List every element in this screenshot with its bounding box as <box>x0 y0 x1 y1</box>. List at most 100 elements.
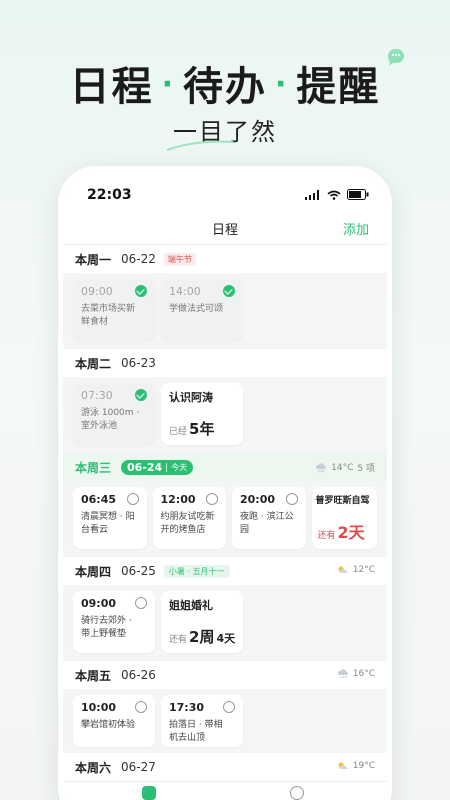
hero-dot: · <box>161 67 175 102</box>
hero-word-schedule: 日程 <box>69 64 154 110</box>
phone-frame: 22:03 日程 添加 本周一 06-22 端午节 09:00 去菜市场买新 鲜食… <box>58 166 392 800</box>
hero-title: 日程 · 待办 · 提醒 <box>0 54 450 112</box>
anniversary-title: 认识阿涛 <box>169 391 213 404</box>
rain-cloud-icon <box>337 669 348 679</box>
task-text: 室外泳池 <box>81 421 118 431</box>
weather-info: 12°C <box>337 565 375 575</box>
partly-cloudy-icon <box>338 762 348 769</box>
count-value: 5年 <box>189 420 215 438</box>
day-label: 本周四 <box>75 564 112 579</box>
tab-bar: 日程 我 <box>63 781 387 800</box>
tab-schedule[interactable]: 日程 <box>129 786 169 800</box>
day-date: 06-22 <box>121 252 156 266</box>
rain-cloud-icon <box>316 462 327 472</box>
day-header-fri[interactable]: 本周五 06-26 16°C <box>63 661 387 689</box>
today-label: 今天 <box>171 462 188 472</box>
anniversary-card[interactable]: 认识阿涛 已经 5年 <box>161 383 243 445</box>
day-label: 本周二 <box>75 356 112 371</box>
task-text: 机去山顶 <box>169 733 206 743</box>
day-header-thu[interactable]: 本周四 06-25 小暑 · 五月十一 12°C <box>63 557 387 585</box>
weather-temp: 19°C <box>352 761 375 771</box>
weather-temp: 12°C <box>352 565 375 575</box>
task-text: 学做法式可颂 <box>169 304 224 314</box>
signal-icon <box>305 189 319 200</box>
card-row: 10:00 攀岩馆初体验 17:30 拍落日 · 带相 机去山顶 <box>63 689 387 753</box>
task-text: 台看云 <box>81 525 109 535</box>
day-label: 本周一 <box>75 252 112 267</box>
task-card[interactable]: 20:00 夜跑 · 滨江公园 <box>232 487 306 549</box>
weather-info: 14°C 5 项 <box>315 461 375 474</box>
checked-icon[interactable] <box>223 285 235 297</box>
countdown-card[interactable]: 普罗旺斯自驾 还有 2天 <box>311 487 377 549</box>
task-text: 约朋友试吃新 <box>160 512 215 522</box>
task-card[interactable]: 14:00 学做法式可颂 <box>161 279 243 341</box>
task-text: 清晨冥想 · 阳 <box>81 512 135 522</box>
unchecked-circle-icon[interactable] <box>126 493 139 505</box>
day-header-mon[interactable]: 本周一 06-22 端午节 <box>63 245 387 273</box>
card-row: 06:45 清晨冥想 · 阳台看云 12:00 约朋友试吃新 开的烤鱼店 20:0… <box>63 481 387 557</box>
day-date: 06-27 <box>121 760 156 774</box>
holiday-badge: 端午节 <box>163 252 196 266</box>
today-badge: 06-24 今天 <box>121 459 194 475</box>
weather-temp: 16°C <box>352 669 375 679</box>
unchecked-circle-icon[interactable] <box>135 597 147 609</box>
weather-info: 16°C <box>337 669 375 679</box>
card-row: 09:00 骑行去郊外 · 带上野餐垫 姐姐婚礼 还有 2周 4天 <box>63 585 387 661</box>
status-bar: 22:03 <box>63 171 387 215</box>
hero-dot: · <box>275 67 289 102</box>
nav-bar: 日程 添加 <box>63 215 387 245</box>
count-prefix: 已经 <box>169 427 188 437</box>
weather-temp: 14°C <box>331 462 354 473</box>
unchecked-circle-icon[interactable] <box>285 493 298 505</box>
task-text: 拍落日 · 带相 <box>169 720 223 730</box>
task-card[interactable]: 09:00 骑行去郊外 · 带上野餐垫 <box>73 591 155 653</box>
countdown-title: 姐姐婚礼 <box>169 599 213 612</box>
chat-bubble-icon <box>388 49 404 66</box>
task-card[interactable]: 07:30 游泳 1000m · 室外泳池 <box>73 383 155 445</box>
count-prefix: 还有 <box>169 635 188 645</box>
task-card[interactable]: 06:45 清晨冥想 · 阳台看云 <box>73 487 147 549</box>
task-text: 去菜市场买新 <box>81 304 136 314</box>
task-card[interactable]: 09:00 去菜市场买新 鲜食材 <box>73 279 155 341</box>
count-prefix: 还有 <box>317 531 336 541</box>
count-value-days: 4天 <box>216 632 236 645</box>
task-text: 游泳 1000m · <box>81 408 140 418</box>
hero-word-reminder: 提醒 <box>296 64 381 110</box>
day-date: 06-26 <box>121 668 156 682</box>
day-date: 06-23 <box>121 356 156 370</box>
day-label: 本周六 <box>75 760 112 775</box>
day-header-wed[interactable]: 本周三 06-24 今天 14°C 5 项 <box>63 453 387 481</box>
person-icon <box>290 786 304 800</box>
task-count: 5 项 <box>357 464 375 474</box>
unchecked-circle-icon[interactable] <box>135 701 147 713</box>
countdown-card[interactable]: 姐姐婚礼 还有 2周 4天 <box>161 591 243 653</box>
unchecked-circle-icon[interactable] <box>206 493 218 505</box>
day-date: 06-24 <box>127 460 163 474</box>
unchecked-circle-icon[interactable] <box>223 701 235 713</box>
day-label: 本周五 <box>75 668 112 683</box>
day-header-sat[interactable]: 本周六 06-27 19°C <box>63 753 387 781</box>
hero-word-todo: 待办 <box>183 64 267 110</box>
day-header-tue[interactable]: 本周二 06-23 <box>63 349 387 377</box>
task-text: 园 <box>240 525 250 535</box>
tab-me[interactable]: 我 <box>277 786 317 800</box>
status-time: 22:03 <box>87 187 132 203</box>
add-button[interactable]: 添加 <box>343 219 369 238</box>
countdown-title: 普罗旺斯自驾 <box>315 496 370 506</box>
task-text: 带上野餐垫 <box>81 629 127 639</box>
count-value: 2周 <box>189 628 215 646</box>
swoosh-decoration <box>166 140 234 151</box>
task-card[interactable]: 10:00 攀岩馆初体验 <box>73 695 155 747</box>
battery-icon <box>347 189 369 200</box>
day-label: 本周三 <box>75 460 112 475</box>
checked-icon[interactable] <box>135 389 147 401</box>
solar-term-badge: 小暑 · 五月十一 <box>163 564 230 578</box>
task-card[interactable]: 17:30 拍落日 · 带相 机去山顶 <box>161 695 243 747</box>
task-text: 鲜食材 <box>81 317 109 327</box>
wifi-icon <box>327 190 341 200</box>
checked-icon[interactable] <box>135 285 147 297</box>
count-value: 2天 <box>337 523 365 542</box>
partly-cloudy-icon <box>338 566 348 573</box>
task-card[interactable]: 12:00 约朋友试吃新 开的烤鱼店 <box>152 487 226 549</box>
card-row: 07:30 游泳 1000m · 室外泳池 认识阿涛 已经 5年 <box>63 377 387 453</box>
